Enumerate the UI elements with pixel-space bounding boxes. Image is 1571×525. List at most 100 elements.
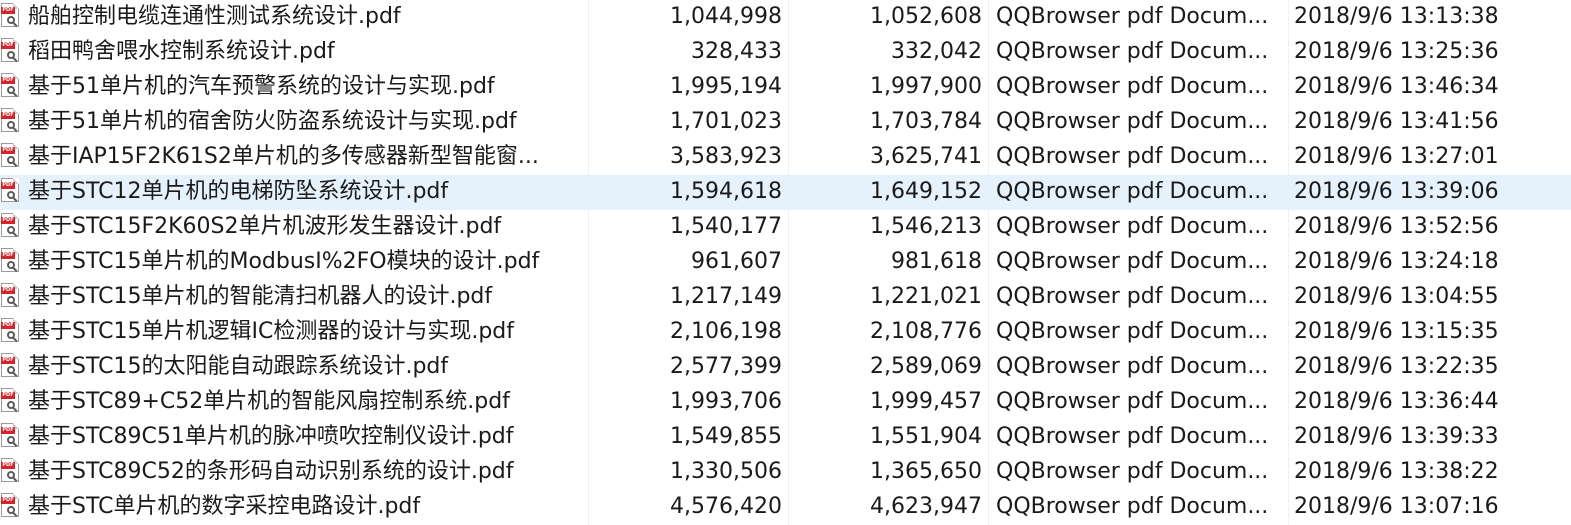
file-type: QQBrowser pdf Docum... bbox=[996, 494, 1269, 519]
file-row[interactable]: PDF 基于STC15F2K60S2单片机波形发生器设计.pdf 1,540,177… bbox=[0, 210, 1571, 245]
file-modified-date: 2018/9/6 13:15:35 bbox=[1294, 319, 1499, 344]
file-name: 基于STC89+C52单片机的智能风扇控制系统.pdf bbox=[28, 389, 510, 414]
file-type: QQBrowser pdf Docum... bbox=[996, 214, 1269, 239]
file-name: 基于STC15的太阳能自动跟踪系统设计.pdf bbox=[28, 354, 449, 379]
pdf-file-icon: PDF bbox=[1, 143, 19, 167]
file-size: 961,607 bbox=[691, 249, 782, 274]
archive-file-list: PDF 船舶控制电缆连通性测试系统设计.pdf 1,044,998 1,052,608… bbox=[0, 0, 1571, 525]
file-row[interactable]: PDF 基于STC12单片机的电梯防坠系统设计.pdf 1,594,618 1,649… bbox=[0, 175, 1571, 210]
file-packed-size: 3,625,741 bbox=[870, 144, 982, 169]
file-name: 船舶控制电缆连通性测试系统设计.pdf bbox=[28, 4, 401, 29]
file-packed-size: 1,703,784 bbox=[870, 109, 982, 134]
pdf-file-icon: PDF bbox=[1, 248, 19, 272]
file-size: 1,217,149 bbox=[670, 284, 782, 309]
file-type: QQBrowser pdf Docum... bbox=[996, 109, 1269, 134]
file-modified-date: 2018/9/6 13:36:44 bbox=[1294, 389, 1499, 414]
file-name: 基于51单片机的宿舍防火防盗系统设计与实现.pdf bbox=[28, 109, 517, 134]
pdf-file-icon: PDF bbox=[1, 493, 19, 517]
file-row[interactable]: PDF 基于STC89C52的条形码自动识别系统的设计.pdf 1,330,506 1… bbox=[0, 455, 1571, 490]
file-row[interactable]: PDF 稻田鸭舍喂水控制系统设计.pdf 328,433 332,042 QQBrows… bbox=[0, 35, 1571, 70]
file-type: QQBrowser pdf Docum... bbox=[996, 319, 1269, 344]
file-packed-size: 1,999,457 bbox=[870, 389, 982, 414]
file-name: 基于51单片机的汽车预警系统的设计与实现.pdf bbox=[28, 74, 495, 99]
file-modified-date: 2018/9/6 13:13:38 bbox=[1294, 4, 1499, 29]
file-name: 基于STC89C51单片机的脉冲喷吹控制仪设计.pdf bbox=[28, 424, 514, 449]
file-size: 3,583,923 bbox=[670, 144, 782, 169]
file-type: QQBrowser pdf Docum... bbox=[996, 249, 1269, 274]
file-type: QQBrowser pdf Docum... bbox=[996, 74, 1269, 99]
file-name: 基于STC15单片机的ModbusI%2FO模块的设计.pdf bbox=[28, 249, 540, 274]
file-type: QQBrowser pdf Docum... bbox=[996, 459, 1269, 484]
pdf-file-icon: PDF bbox=[1, 38, 19, 62]
file-row[interactable]: PDF 基于STC89C51单片机的脉冲喷吹控制仪设计.pdf 1,549,855 1… bbox=[0, 420, 1571, 455]
pdf-file-icon: PDF bbox=[1, 73, 19, 97]
file-size: 2,106,198 bbox=[670, 319, 782, 344]
file-row[interactable]: PDF 基于IAP15F2K61S2单片机的多传感器新型智能窗... 3,583,9… bbox=[0, 140, 1571, 175]
file-row[interactable]: PDF 船舶控制电缆连通性测试系统设计.pdf 1,044,998 1,052,608… bbox=[0, 0, 1571, 35]
file-size: 1,549,855 bbox=[670, 424, 782, 449]
file-row[interactable]: PDF 基于STC15单片机逻辑IC检测器的设计与实现.pdf 2,106,198 2… bbox=[0, 315, 1571, 350]
file-packed-size: 2,589,069 bbox=[870, 354, 982, 379]
file-packed-size: 1,546,213 bbox=[870, 214, 982, 239]
file-row[interactable]: PDF 基于STC单片机的数字采控电路设计.pdf 4,576,420 4,623,9… bbox=[0, 490, 1571, 525]
file-size: 1,701,023 bbox=[670, 109, 782, 134]
file-modified-date: 2018/9/6 13:22:35 bbox=[1294, 354, 1499, 379]
file-modified-date: 2018/9/6 13:07:16 bbox=[1294, 494, 1499, 519]
file-modified-date: 2018/9/6 13:39:33 bbox=[1294, 424, 1499, 449]
file-packed-size: 1,052,608 bbox=[870, 4, 982, 29]
file-row[interactable]: PDF 基于STC15的太阳能自动跟踪系统设计.pdf 2,577,399 2,589… bbox=[0, 350, 1571, 385]
file-size: 4,576,420 bbox=[670, 494, 782, 519]
file-modified-date: 2018/9/6 13:04:55 bbox=[1294, 284, 1499, 309]
pdf-file-icon: PDF bbox=[1, 353, 19, 377]
file-size: 328,433 bbox=[691, 39, 782, 64]
file-size: 1,993,706 bbox=[670, 389, 782, 414]
file-modified-date: 2018/9/6 13:52:56 bbox=[1294, 214, 1499, 239]
file-row[interactable]: PDF 基于51单片机的汽车预警系统的设计与实现.pdf 1,995,194 1,99… bbox=[0, 70, 1571, 105]
file-modified-date: 2018/9/6 13:41:56 bbox=[1294, 109, 1499, 134]
file-row[interactable]: PDF 基于51单片机的宿舍防火防盗系统设计与实现.pdf 1,701,023 1,7… bbox=[0, 105, 1571, 140]
file-name: 基于IAP15F2K61S2单片机的多传感器新型智能窗... bbox=[28, 144, 539, 169]
file-packed-size: 1,221,021 bbox=[870, 284, 982, 309]
file-modified-date: 2018/9/6 13:24:18 bbox=[1294, 249, 1499, 274]
file-packed-size: 2,108,776 bbox=[870, 319, 982, 344]
file-modified-date: 2018/9/6 13:25:36 bbox=[1294, 39, 1499, 64]
file-packed-size: 4,623,947 bbox=[870, 494, 982, 519]
pdf-file-icon: PDF bbox=[1, 108, 19, 132]
file-modified-date: 2018/9/6 13:38:22 bbox=[1294, 459, 1499, 484]
file-packed-size: 1,649,152 bbox=[870, 179, 982, 204]
file-row[interactable]: PDF 基于STC15单片机的ModbusI%2FO模块的设计.pdf 961,60… bbox=[0, 245, 1571, 280]
file-packed-size: 332,042 bbox=[891, 39, 982, 64]
file-packed-size: 981,618 bbox=[891, 249, 982, 274]
file-name: 基于STC单片机的数字采控电路设计.pdf bbox=[28, 494, 421, 519]
pdf-file-icon: PDF bbox=[1, 388, 19, 412]
pdf-file-icon: PDF bbox=[1, 283, 19, 307]
file-name: 基于STC15单片机逻辑IC检测器的设计与实现.pdf bbox=[28, 319, 514, 344]
file-modified-date: 2018/9/6 13:27:01 bbox=[1294, 144, 1499, 169]
pdf-file-icon: PDF bbox=[1, 423, 19, 447]
file-name: 基于STC89C52的条形码自动识别系统的设计.pdf bbox=[28, 459, 514, 484]
pdf-file-icon: PDF bbox=[1, 178, 19, 202]
file-type: QQBrowser pdf Docum... bbox=[996, 39, 1269, 64]
file-type: QQBrowser pdf Docum... bbox=[996, 4, 1269, 29]
file-size: 1,044,998 bbox=[670, 4, 782, 29]
pdf-file-icon: PDF bbox=[1, 213, 19, 237]
file-modified-date: 2018/9/6 13:39:06 bbox=[1294, 179, 1499, 204]
file-type: QQBrowser pdf Docum... bbox=[996, 424, 1269, 449]
file-name: 基于STC15F2K60S2单片机波形发生器设计.pdf bbox=[28, 214, 502, 239]
file-packed-size: 1,997,900 bbox=[870, 74, 982, 99]
file-name: 基于STC12单片机的电梯防坠系统设计.pdf bbox=[28, 179, 449, 204]
file-type: QQBrowser pdf Docum... bbox=[996, 179, 1269, 204]
file-packed-size: 1,365,650 bbox=[870, 459, 982, 484]
file-type: QQBrowser pdf Docum... bbox=[996, 144, 1269, 169]
file-name: 稻田鸭舍喂水控制系统设计.pdf bbox=[28, 39, 335, 64]
file-type: QQBrowser pdf Docum... bbox=[996, 354, 1269, 379]
file-name: 基于STC15单片机的智能清扫机器人的设计.pdf bbox=[28, 284, 493, 309]
file-type: QQBrowser pdf Docum... bbox=[996, 284, 1269, 309]
pdf-file-icon: PDF bbox=[1, 458, 19, 482]
file-type: QQBrowser pdf Docum... bbox=[996, 389, 1269, 414]
file-packed-size: 1,551,904 bbox=[870, 424, 982, 449]
file-size: 1,330,506 bbox=[670, 459, 782, 484]
pdf-file-icon: PDF bbox=[1, 318, 19, 342]
file-row[interactable]: PDF 基于STC89+C52单片机的智能风扇控制系统.pdf 1,993,706 1… bbox=[0, 385, 1571, 420]
file-row[interactable]: PDF 基于STC15单片机的智能清扫机器人的设计.pdf 1,217,149 1,2… bbox=[0, 280, 1571, 315]
